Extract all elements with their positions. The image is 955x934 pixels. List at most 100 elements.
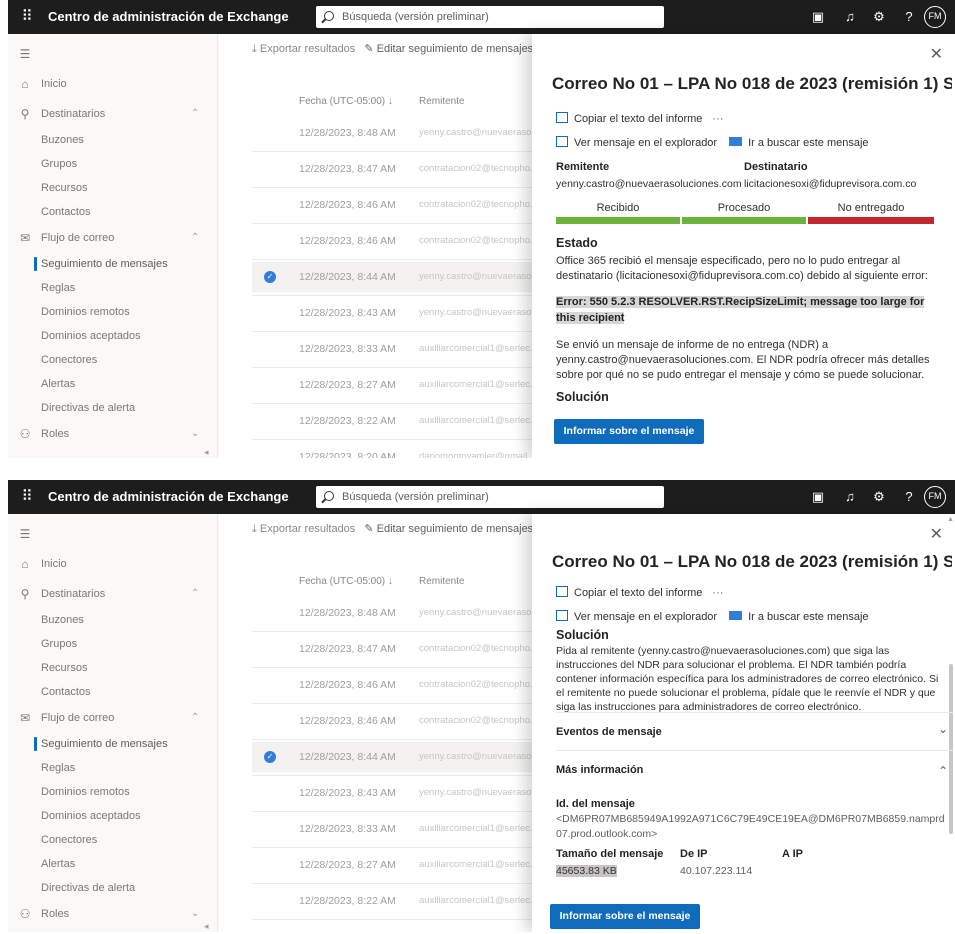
terminal-icon[interactable]: ▣ <box>810 489 826 505</box>
sidebar-item-directivas-de-alerta[interactable]: Directivas de alerta <box>8 876 218 900</box>
view-explorer-action[interactable]: Ver mensaje en el explorador Ir a buscar … <box>556 136 869 149</box>
check-icon[interactable]: ✓ <box>264 271 276 283</box>
sidebar-item-destinatarios[interactable]: ⚲ Destinatarios ⌃ <box>8 102 218 126</box>
sidebar-item-grupos[interactable]: Grupos <box>8 632 218 656</box>
table-row[interactable]: 12/28/2023, 8:46 AM contratacion02@tecnop… <box>252 670 552 700</box>
terminal-icon[interactable]: ▣ <box>810 9 826 25</box>
chevron-down-icon[interactable]: ⌄ <box>191 422 199 446</box>
eventos-accordion[interactable]: Eventos de mensaje <box>556 726 662 738</box>
chevron-up-icon[interactable]: ⌃ <box>191 582 199 606</box>
avatar[interactable]: FM <box>924 6 946 28</box>
search-box[interactable]: Búsqueda (versión preliminar) <box>316 6 664 28</box>
column-header-sender[interactable]: Remitente <box>419 96 465 107</box>
mas-info-accordion[interactable]: Más información <box>556 764 643 776</box>
table-row[interactable]: 12/28/2023, 8:47 AM contratacion02@tecnop… <box>252 634 552 664</box>
column-header-date[interactable]: Fecha (UTC-05:00) ↓ <box>299 96 393 107</box>
sidebar-item-contactos[interactable]: Contactos <box>8 680 218 704</box>
scroll-up-icon[interactable]: ▲ <box>947 516 954 523</box>
sidebar-item-directivas-de-alerta[interactable]: Directivas de alerta <box>8 396 218 420</box>
table-row[interactable]: ✓ 12/28/2023, 8:44 AM yenny.castro@nuevaer… <box>252 262 552 292</box>
sidebar-item-buzones[interactable]: Buzones <box>8 608 218 632</box>
sidebar-item-reglas[interactable]: Reglas <box>8 276 218 300</box>
table-row[interactable]: 12/28/2023, 8:22 AM auxiliarcomercial1@se… <box>252 406 552 436</box>
table-row[interactable]: 12/28/2023, 8:20 AM dariomontoyamier@gmai… <box>252 442 552 458</box>
table-row[interactable]: 12/28/2023, 8:33 AM auxiliarcomercial1@se… <box>252 334 552 364</box>
find-message-label[interactable]: Ir a buscar este mensaje <box>748 611 868 623</box>
table-row[interactable]: 12/28/2023, 8:43 AM yenny.castro@nuevaera… <box>252 778 552 808</box>
chevron-down-icon[interactable]: ⌄ <box>191 902 199 926</box>
copy-report-action[interactable]: Copiar el texto del informe ··· <box>556 586 723 599</box>
app-launcher-icon[interactable]: ⠿ <box>18 8 36 26</box>
sidebar-item-recursos[interactable]: Recursos <box>8 176 218 200</box>
bell-icon[interactable]: ♫ <box>842 9 858 25</box>
sidebar-item-buzones[interactable]: Buzones <box>8 128 218 152</box>
table-row[interactable]: 12/28/2023, 8:46 AM contratacion02@tecnop… <box>252 226 552 256</box>
table-row[interactable]: 12/28/2023, 8:33 AM auxiliarcomercial1@se… <box>252 814 552 844</box>
close-icon[interactable]: ✕ <box>930 44 943 64</box>
table-row[interactable]: 12/28/2023, 8:20 AM dariomontoyamier@gmai… <box>252 922 552 932</box>
sidebar-item-conectores[interactable]: Conectores <box>8 348 218 372</box>
sidebar-item-seguimiento-de-mensajes[interactable]: Seguimiento de mensajes <box>8 732 218 756</box>
scroll-left-icon[interactable]: ◂ <box>204 447 209 458</box>
column-header-sender[interactable]: Remitente <box>419 576 465 587</box>
column-header-date[interactable]: Fecha (UTC-05:00) ↓ <box>299 576 393 587</box>
avatar[interactable]: FM <box>924 486 946 508</box>
edit-tracking-button[interactable]: ✎ Editar seguimiento de mensajes <box>364 522 533 535</box>
sidebar-item-reglas[interactable]: Reglas <box>8 756 218 780</box>
table-row[interactable]: 12/28/2023, 8:46 AM contratacion02@tecnop… <box>252 190 552 220</box>
help-icon[interactable]: ? <box>901 489 917 505</box>
help-icon[interactable]: ? <box>901 9 917 25</box>
edit-tracking-button[interactable]: ✎ Editar seguimiento de mensajes <box>364 42 533 55</box>
sidebar-item-flujo-de-correo[interactable]: ✉ Flujo de correo ⌃ <box>8 706 218 730</box>
gear-icon[interactable]: ⚙ <box>871 489 887 505</box>
sidebar-item-flujo-de-correo[interactable]: ✉ Flujo de correo ⌃ <box>8 226 218 250</box>
vertical-scrollbar[interactable] <box>949 664 953 834</box>
table-row[interactable]: 12/28/2023, 8:48 AM yenny.castro@nuevaera… <box>252 118 552 148</box>
chevron-up-icon[interactable]: ⌃ <box>191 226 199 250</box>
gear-icon[interactable]: ⚙ <box>871 9 887 25</box>
more-icon[interactable]: ··· <box>712 587 723 599</box>
table-row[interactable]: 12/28/2023, 8:48 AM yenny.castro@nuevaera… <box>252 598 552 628</box>
report-message-button[interactable]: Informar sobre el mensaje <box>550 904 700 929</box>
table-row[interactable]: ✓ 12/28/2023, 8:44 AM yenny.castro@nuevaer… <box>252 742 552 772</box>
close-icon[interactable]: ✕ <box>930 524 943 544</box>
horizontal-scrollbar[interactable]: ◂ <box>204 921 548 932</box>
chevron-up-icon[interactable]: ⌃ <box>191 102 199 126</box>
sidebar-item-hamburger[interactable]: ☰ <box>8 522 218 546</box>
app-launcher-icon[interactable]: ⠿ <box>18 488 36 506</box>
sidebar-item-inicio[interactable]: ⌂ Inicio <box>8 552 218 576</box>
scroll-left-icon[interactable]: ◂ <box>204 921 209 932</box>
sidebar-item-dominios-remotos[interactable]: Dominios remotos <box>8 300 218 324</box>
chevron-up-icon[interactable]: ⌃ <box>938 764 948 778</box>
sidebar-item-dominios-remotos[interactable]: Dominios remotos <box>8 780 218 804</box>
sidebar-item-inicio[interactable]: ⌂ Inicio <box>8 72 218 96</box>
report-message-button[interactable]: Informar sobre el mensaje <box>554 419 704 444</box>
table-row[interactable]: 12/28/2023, 8:22 AM auxiliarcomercial1@se… <box>252 886 552 916</box>
view-explorer-action[interactable]: Ver mensaje en el explorador Ir a buscar … <box>556 610 869 623</box>
export-button[interactable]: ⤓ Exportar resultados <box>252 43 355 56</box>
sidebar-item-conectores[interactable]: Conectores <box>8 828 218 852</box>
chevron-up-icon[interactable]: ⌃ <box>191 706 199 730</box>
export-button[interactable]: ⤓ Exportar resultados <box>252 523 355 536</box>
sidebar-item-roles[interactable]: ⚇ Roles ⌄ <box>8 422 218 446</box>
more-icon[interactable]: ··· <box>712 113 723 125</box>
sidebar-item-contactos[interactable]: Contactos <box>8 200 218 224</box>
sidebar-item-destinatarios[interactable]: ⚲ Destinatarios ⌃ <box>8 582 218 606</box>
table-row[interactable]: 12/28/2023, 8:43 AM yenny.castro@nuevaera… <box>252 298 552 328</box>
bell-icon[interactable]: ♫ <box>842 489 858 505</box>
sidebar-item-alertas[interactable]: Alertas <box>8 852 218 876</box>
sidebar-item-recursos[interactable]: Recursos <box>8 656 218 680</box>
table-row[interactable]: 12/28/2023, 8:27 AM auxiliarcomercial1@se… <box>252 850 552 880</box>
sidebar-item-hamburger[interactable]: ☰ <box>8 42 218 66</box>
table-row[interactable]: 12/28/2023, 8:47 AM contratacion02@tecnop… <box>252 154 552 184</box>
sidebar-item-seguimiento-de-mensajes[interactable]: Seguimiento de mensajes <box>8 252 218 276</box>
table-row[interactable]: 12/28/2023, 8:46 AM contratacion02@tecnop… <box>252 706 552 736</box>
sidebar-item-dominios-aceptados[interactable]: Dominios aceptados <box>8 804 218 828</box>
chevron-down-icon[interactable]: ⌄ <box>938 722 948 736</box>
sidebar-item-alertas[interactable]: Alertas <box>8 372 218 396</box>
check-icon[interactable]: ✓ <box>264 751 276 763</box>
copy-report-action[interactable]: Copiar el texto del informe ··· <box>556 112 723 125</box>
sidebar-item-dominios-aceptados[interactable]: Dominios aceptados <box>8 324 218 348</box>
horizontal-scrollbar[interactable]: ◂ <box>204 447 548 458</box>
find-message-label[interactable]: Ir a buscar este mensaje <box>748 137 868 149</box>
